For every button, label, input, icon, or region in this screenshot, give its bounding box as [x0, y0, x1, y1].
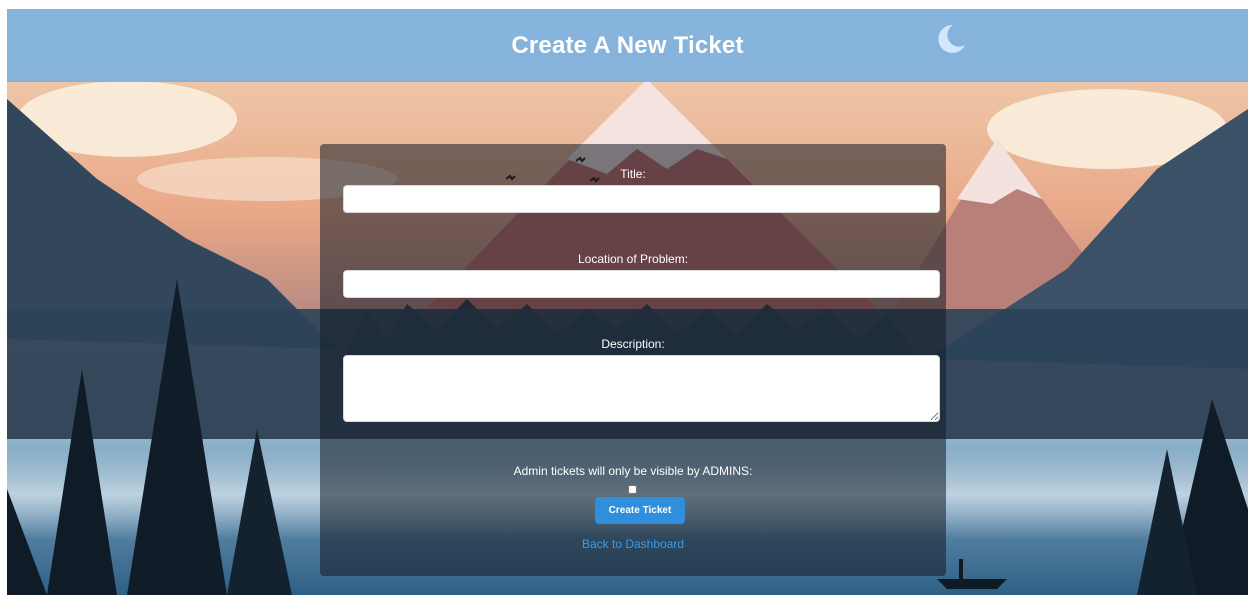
- create-ticket-button[interactable]: Create Ticket: [595, 497, 685, 524]
- page: Create A New Ticket Title: Location of P…: [7, 9, 1248, 595]
- create-ticket-form: Title: Location of Problem: Description:…: [320, 144, 946, 576]
- admin-only-checkbox[interactable]: [628, 485, 637, 494]
- header-bar: Create A New Ticket: [7, 9, 1248, 82]
- location-label: Location of Problem:: [577, 252, 689, 266]
- description-textarea[interactable]: [343, 355, 940, 422]
- back-to-dashboard-link[interactable]: Back to Dashboard: [320, 537, 946, 551]
- admin-visibility-note: Admin tickets will only be visible by AD…: [513, 464, 753, 478]
- description-label: Description:: [601, 337, 665, 351]
- title-input[interactable]: [343, 185, 940, 213]
- crescent-moon-icon: [938, 24, 965, 53]
- title-label: Title:: [620, 167, 646, 181]
- location-input[interactable]: [343, 270, 940, 298]
- page-title: Create A New Ticket: [511, 31, 744, 59]
